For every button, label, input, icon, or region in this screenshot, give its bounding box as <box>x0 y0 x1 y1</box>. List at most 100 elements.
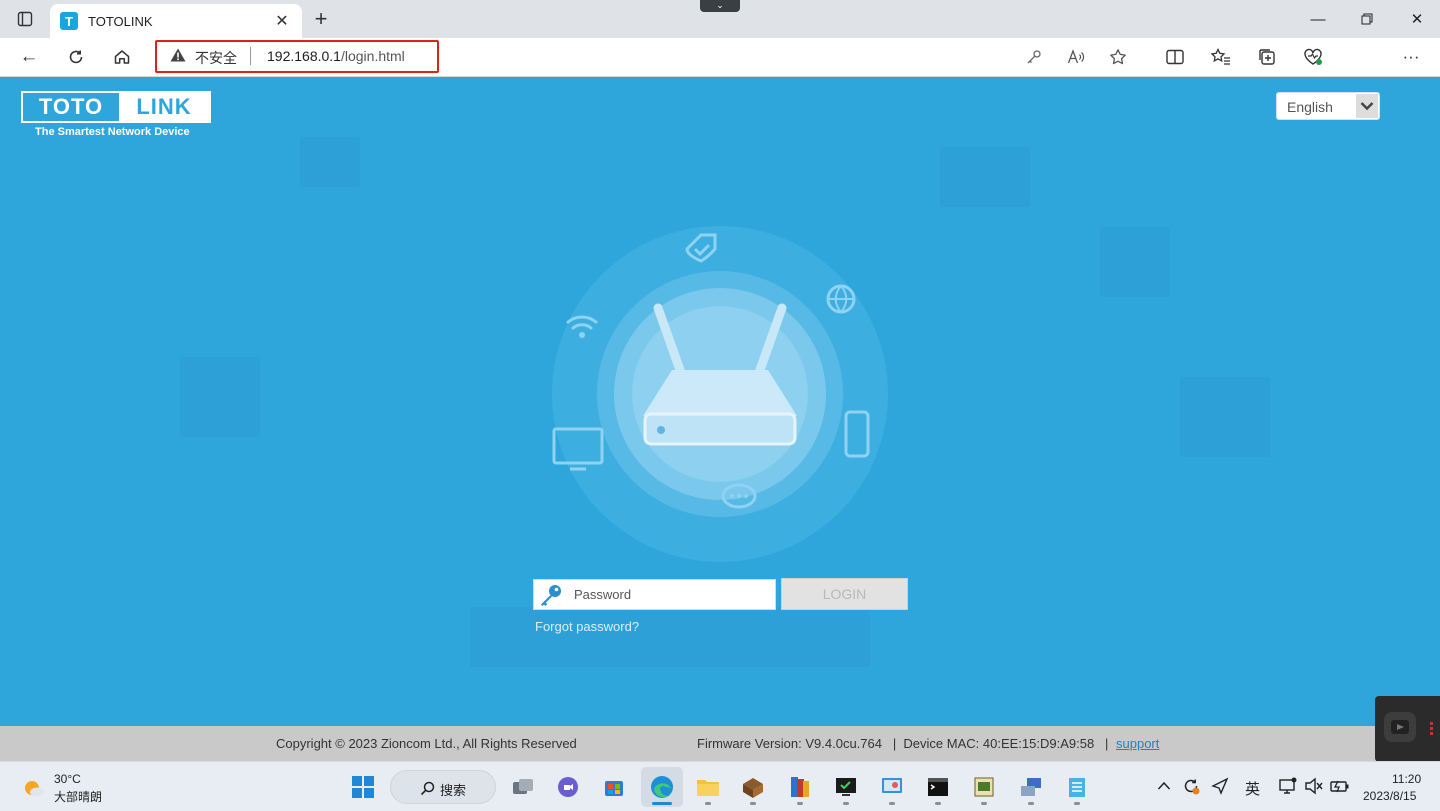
key-password-icon[interactable] <box>1023 46 1045 68</box>
background-pattern <box>470 607 870 667</box>
totolink-logo[interactable]: TOTO LINK <box>21 91 211 123</box>
totolink-login-page: TOTO LINK The Smartest Network Device En… <box>0 77 1440 726</box>
totolink-favicon-icon: T <box>60 12 78 30</box>
language-select[interactable]: English <box>1276 92 1380 120</box>
notepad-icon[interactable] <box>1062 772 1092 802</box>
refresh-icon[interactable] <box>61 44 91 70</box>
screen-recorder-icon <box>1384 712 1416 742</box>
router-base <box>643 412 797 446</box>
password-field-wrapper <box>533 579 776 610</box>
tab-actions-icon[interactable] <box>12 8 38 30</box>
language-selected: English <box>1287 99 1333 115</box>
volume-muted-icon[interactable] <box>1304 776 1324 800</box>
browser-tab-bar: T TOTOLINK ✕ + ⌄ — ✕ <box>0 0 1440 38</box>
back-arrow-icon[interactable]: ← <box>14 44 44 70</box>
teams-chat-icon[interactable] <box>553 772 583 802</box>
weather-description[interactable]: 大部晴朗 <box>54 788 102 805</box>
background-pattern <box>180 357 260 437</box>
chat-dot <box>744 494 748 498</box>
restore-button[interactable] <box>1345 6 1389 32</box>
terminal-check-icon[interactable] <box>831 772 861 802</box>
command-prompt-icon[interactable] <box>923 772 953 802</box>
firmware-info: Firmware Version: V9.4.0cu.764 | Device … <box>697 736 1109 751</box>
security-status[interactable]: 不安全 <box>195 48 237 68</box>
url-host: 192.168.0.1 <box>267 48 341 64</box>
more-menu-icon[interactable]: ··· <box>1396 44 1426 70</box>
chat-dot <box>730 494 734 498</box>
chevron-down-icon <box>1356 94 1378 118</box>
background-pattern <box>1180 377 1270 457</box>
winrar-icon[interactable] <box>785 772 815 802</box>
new-tab-button[interactable]: + <box>309 6 333 32</box>
chevron-up-icon[interactable] <box>1157 778 1171 795</box>
close-window-button[interactable]: ✕ <box>1395 6 1439 32</box>
battery-icon[interactable] <box>1329 776 1351 800</box>
network-icon[interactable] <box>1278 776 1298 800</box>
floating-widget[interactable] <box>1375 696 1440 762</box>
input-method-indicator[interactable]: 英 <box>1245 778 1260 799</box>
app-indicator <box>981 802 987 805</box>
home-icon[interactable] <box>107 44 137 70</box>
weather-temperature[interactable]: 30°C <box>54 772 81 786</box>
router-led <box>657 426 665 434</box>
collections-icon[interactable] <box>1252 44 1282 70</box>
router-illustration <box>552 226 888 562</box>
page-footer: Copyright © 2023 Zioncom Ltd., All Right… <box>0 726 1440 761</box>
sync-icon[interactable] <box>1181 776 1201 800</box>
address-divider <box>250 47 251 65</box>
browser-tab[interactable]: T TOTOLINK ✕ <box>50 4 302 38</box>
location-arrow-icon[interactable] <box>1211 777 1229 799</box>
clock-time[interactable]: 11:20 <box>1392 772 1421 786</box>
background-pattern <box>300 137 360 187</box>
split-screen-icon[interactable] <box>1160 44 1190 70</box>
background-pattern <box>1100 227 1170 297</box>
browser-essentials-icon[interactable] <box>1298 44 1328 70</box>
edge-browser-icon[interactable] <box>641 767 683 807</box>
favorite-star-icon[interactable] <box>1107 46 1129 68</box>
url-path: /login.html <box>340 48 405 64</box>
weather-sun-icon[interactable] <box>22 776 46 800</box>
forgot-password-link[interactable]: Forgot password? <box>535 619 639 634</box>
warning-icon[interactable] <box>170 48 186 62</box>
password-input[interactable] <box>574 580 772 609</box>
windows-taskbar: 30°C 大部晴朗 搜索 英 11:20 2023/8/15 <box>0 761 1440 811</box>
browser-toolbar: ← 不安全 192.168.0.1/login.html ··· 1 <box>0 38 1440 108</box>
start-icon[interactable] <box>348 772 378 802</box>
app-indicator <box>1028 802 1034 805</box>
app-indicator <box>935 802 941 805</box>
search-icon <box>420 781 435 796</box>
login-button[interactable]: LOGIN <box>781 578 908 610</box>
support-link[interactable]: support <box>1116 736 1159 751</box>
app-indicator <box>705 802 711 805</box>
close-tab-icon[interactable]: ✕ <box>272 11 292 31</box>
logo-text-left: TOTO <box>38 94 104 119</box>
favorites-icon[interactable] <box>1206 44 1236 70</box>
logo-text-right: LINK <box>119 93 209 121</box>
app-indicator <box>797 802 803 805</box>
app-indicator <box>1074 802 1080 805</box>
chat-dot <box>737 494 741 498</box>
file-explorer-icon[interactable] <box>693 772 723 802</box>
task-view-icon[interactable] <box>508 772 538 802</box>
app-indicator <box>843 802 849 805</box>
network-app-icon[interactable] <box>1016 772 1046 802</box>
active-app-indicator <box>652 802 672 805</box>
chevron-down-icon[interactable]: ⌄ <box>700 0 740 12</box>
archive-app-icon[interactable] <box>738 772 768 802</box>
read-aloud-icon[interactable] <box>1065 46 1087 68</box>
logo-tagline: The Smartest Network Device <box>35 126 190 138</box>
app-indicator <box>750 802 756 805</box>
app-indicator <box>889 802 895 805</box>
clock-date[interactable]: 2023/8/15 <box>1363 789 1416 803</box>
search-label: 搜索 <box>440 783 467 798</box>
microsoft-store-icon[interactable] <box>599 772 629 802</box>
remote-desktop-icon[interactable] <box>877 772 907 802</box>
url-text[interactable]: 192.168.0.1/login.html <box>267 48 405 64</box>
wifi-dot <box>579 332 585 338</box>
background-pattern <box>940 147 1030 207</box>
minimize-button[interactable]: — <box>1296 6 1340 32</box>
image-viewer-icon[interactable] <box>969 772 999 802</box>
drag-handle-icon[interactable] <box>1430 722 1433 736</box>
key-icon <box>541 585 561 606</box>
copyright-text: Copyright © 2023 Zioncom Ltd., All Right… <box>276 736 577 751</box>
